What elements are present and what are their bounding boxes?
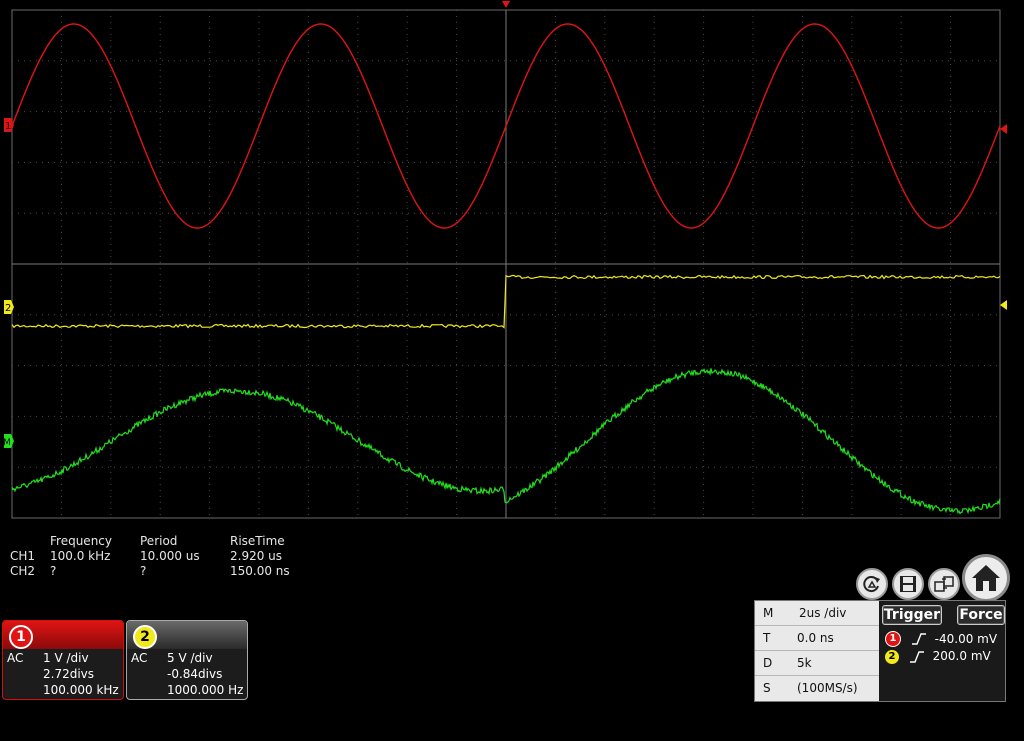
trigger-ch1-level: -40.00 mV — [934, 631, 998, 646]
meas-header-frequency: Frequency — [50, 534, 112, 548]
trigger-ch2-badge: 2 — [885, 649, 899, 664]
save-button[interactable] — [892, 568, 924, 600]
ch2-frequency: 1000.000 Hz — [167, 683, 244, 697]
timebase-m-label: M — [763, 606, 774, 620]
ch1-badge: 1 — [9, 625, 33, 649]
timebase-t-label: T — [763, 631, 771, 645]
timebase-row-t[interactable]: T 0.0 ns — [755, 626, 879, 651]
ch2-badge: 2 — [133, 625, 157, 649]
ch2-scale: 5 V /div — [167, 651, 213, 665]
ch1-offset: 2.72divs — [43, 667, 95, 681]
timebase-t-value: 0.0 ns — [797, 631, 834, 645]
meas-ch2-risetime: 150.00 ns — [230, 564, 290, 578]
timebase-table[interactable]: M 2us /div T 0.0 ns D 5k S (100MS/s) — [755, 601, 879, 701]
trigger-ch1-row: 1 -40.00 mV — [885, 631, 997, 647]
force-button[interactable]: Force — [957, 605, 1005, 625]
ch1-settings-box[interactable]: 1 AC 1 V /div 2.72divs 100.000 kHz — [2, 620, 124, 700]
timebase-s-label: S — [763, 681, 771, 695]
copy-button[interactable] — [928, 568, 960, 600]
trigger-button[interactable]: Trigger — [882, 605, 942, 625]
meas-row-ch2-label: CH2 — [10, 564, 36, 578]
math-marker-label: M — [3, 438, 11, 448]
ch2-coupling: AC — [131, 651, 148, 665]
channel-markers: 1 2 M — [3, 1, 1007, 448]
autoset-icon — [863, 576, 880, 593]
timebase-row-s[interactable]: S (100MS/s) — [755, 676, 879, 700]
meas-ch1-risetime: 2.920 us — [230, 549, 283, 563]
ch2-trigger-level-marker[interactable] — [1000, 300, 1007, 310]
ch1-frequency: 100.000 kHz — [43, 683, 119, 697]
ch2-marker-label: 2 — [5, 303, 11, 314]
timebase-s-value: (100MS/s) — [797, 681, 858, 695]
trigger-ch2-level: 200.0 mV — [932, 649, 991, 663]
graticule-grid — [12, 10, 1000, 518]
timebase-d-value: 5k — [797, 656, 812, 670]
ch1-trigger-level-marker[interactable] — [1000, 124, 1007, 134]
ch1-header: 1 — [3, 621, 123, 649]
timebase-trigger-panel: M 2us /div T 0.0 ns D 5k S (100MS/s) Tri… — [754, 600, 1006, 702]
rising-edge-icon — [911, 633, 926, 645]
trigger-position-marker[interactable] — [502, 1, 510, 8]
ch1-scale: 1 V /div — [43, 651, 89, 665]
meas-ch2-period: ? — [140, 564, 147, 578]
meas-row-ch1-label: CH1 — [10, 549, 36, 563]
meas-ch1-period: 10.000 us — [140, 549, 200, 563]
ch2-offset: -0.84divs — [167, 667, 223, 681]
autoset-button[interactable] — [856, 568, 888, 600]
meas-header-risetime: RiseTime — [230, 534, 285, 548]
timebase-d-label: D — [763, 656, 773, 670]
rising-edge-icon — [909, 650, 924, 663]
meas-ch1-frequency: 100.0 kHz — [50, 549, 111, 563]
save-icon — [900, 576, 916, 592]
ch1-marker-label: 1 — [5, 121, 11, 132]
trigger-ch1-badge: 1 — [885, 631, 901, 647]
home-icon — [972, 565, 1000, 591]
trigger-ch2-row: 2 200.0 mV — [885, 649, 991, 664]
timebase-row-m[interactable]: M 2us /div — [755, 601, 879, 626]
ch2-settings-box[interactable]: 2 AC 5 V /div -0.84divs 1000.000 Hz — [126, 620, 248, 700]
home-button[interactable] — [962, 554, 1010, 602]
meas-ch2-frequency: ? — [50, 564, 57, 578]
ch1-coupling: AC — [7, 651, 24, 665]
copy-icon — [934, 576, 954, 592]
meas-header-period: Period — [140, 534, 178, 548]
timebase-row-d[interactable]: D 5k — [755, 651, 879, 676]
ch2-header: 2 — [127, 621, 247, 649]
timebase-m-value: 2us /div — [799, 606, 847, 620]
